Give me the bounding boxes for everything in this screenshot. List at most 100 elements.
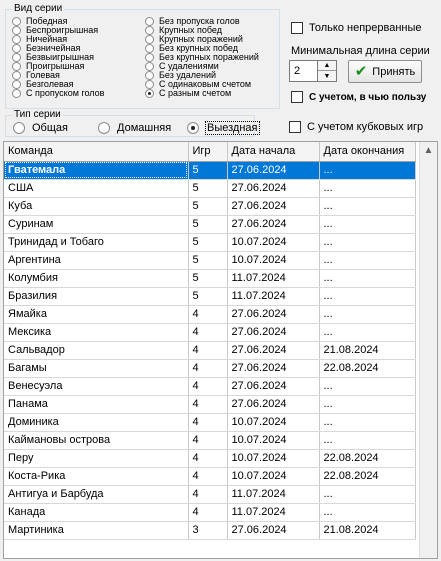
table-row[interactable]: Суринам 5 27.06.2024... [4, 215, 416, 234]
series-kind-radio[interactable] [145, 89, 154, 98]
cell-start-date: 27.06.2024 [227, 521, 320, 540]
checkmark-icon: ✔ [354, 63, 368, 80]
cell-end-date: ... [319, 431, 416, 450]
series-kind-option[interactable]: С разным счетом [145, 89, 231, 98]
series-kind-radio[interactable] [145, 80, 154, 89]
cell-start-date: 10.07.2024 [227, 467, 320, 486]
series-kind-radio[interactable] [12, 44, 21, 53]
cell-games: 4 [188, 395, 228, 414]
cell-end-date: ... [319, 251, 416, 270]
cell-team: Аргентина [4, 251, 189, 270]
series-kind-radio[interactable] [145, 44, 154, 53]
table-row[interactable]: Канада 4 11.07.2024... [4, 503, 416, 522]
continuous-only-box[interactable] [291, 22, 303, 34]
cell-start-date: 10.07.2024 [227, 233, 320, 252]
cell-start-date: 27.06.2024 [227, 377, 320, 396]
series-kind-radio[interactable] [12, 80, 21, 89]
cell-games: 4 [188, 467, 228, 486]
cell-end-date: ... [319, 413, 416, 432]
scroll-up-icon[interactable]: ▲ [420, 142, 437, 159]
cell-games: 5 [188, 215, 228, 234]
series-kind-option[interactable]: С пропуском голов [12, 89, 104, 98]
series-type-general-label: Общая [32, 122, 68, 134]
column-header-start-date[interactable]: Дата начала [227, 142, 320, 162]
spin-down-icon[interactable]: ▼ [318, 71, 336, 81]
series-kind-radio[interactable] [145, 53, 154, 62]
vertical-scrollbar[interactable]: ▲ [419, 142, 437, 558]
min-length-label-text: Минимальная длина серии [291, 45, 430, 57]
cell-games: 4 [188, 503, 228, 522]
cell-team: Антигуа и Барбуда [4, 485, 189, 504]
min-length-spinner[interactable]: ▲ ▼ [317, 61, 336, 81]
series-type-home[interactable]: Домашняя [98, 122, 171, 134]
cell-team: Тринидад и Тобаго [4, 233, 189, 252]
series-kind-radio[interactable] [12, 71, 21, 80]
table-row[interactable]: Венесуэла 4 27.06.2024... [4, 377, 416, 396]
table-row[interactable]: Мексика 4 27.06.2024... [4, 323, 416, 342]
cell-start-date: 27.06.2024 [227, 359, 320, 378]
series-type-general[interactable]: Общая [13, 122, 68, 134]
cell-end-date: ... [319, 485, 416, 504]
table-row[interactable]: Аргентина 5 10.07.2024... [4, 251, 416, 270]
series-table[interactable]: Команда Игр Дата начала Дата окончания Г… [3, 141, 438, 559]
cell-team: Мартиника [4, 521, 189, 540]
advantage-box[interactable] [291, 91, 303, 103]
column-header-team[interactable]: Команда [4, 142, 189, 162]
table-row[interactable]: Доминика 4 10.07.2024... [4, 413, 416, 432]
table-row[interactable]: Ямайка 4 27.06.2024... [4, 305, 416, 324]
series-kind-radio[interactable] [12, 62, 21, 71]
table-row[interactable]: Каймановы острова 4 10.07.2024... [4, 431, 416, 450]
series-type-away-label: Выездная [205, 121, 260, 135]
cup-games-box[interactable] [289, 121, 301, 133]
table-row[interactable]: Колумбия 5 11.07.2024... [4, 269, 416, 288]
cell-end-date: ... [319, 197, 416, 216]
series-kind-radio[interactable] [145, 35, 154, 44]
table-row[interactable]: Куба 5 27.06.2024... [4, 197, 416, 216]
table-row[interactable]: Багамы 4 27.06.2024 22.08.2024 [4, 359, 416, 378]
spin-up-icon[interactable]: ▲ [318, 61, 336, 71]
cell-team: Каймановы острова [4, 431, 189, 450]
accept-button[interactable]: ✔ Принять [348, 60, 422, 83]
cell-start-date: 27.06.2024 [227, 215, 320, 234]
cup-games-label: С учетом кубковых игр [307, 121, 424, 133]
series-type-away[interactable]: Выездная [187, 121, 260, 135]
cell-end-date: ... [319, 161, 416, 180]
series-kind-radio[interactable] [12, 89, 21, 98]
table-row[interactable]: Антигуа и Барбуда 4 11.07.2024... [4, 485, 416, 504]
cup-games-checkbox[interactable]: С учетом кубковых игр [289, 121, 423, 133]
column-header-end-date[interactable]: Дата окончания [319, 142, 416, 162]
table-row[interactable]: Сальвадор 4 27.06.2024 21.08.2024 [4, 341, 416, 360]
cell-games: 5 [188, 251, 228, 270]
series-kind-radio[interactable] [12, 35, 21, 44]
table-row[interactable]: Тринидад и Тобаго 5 10.07.2024... [4, 233, 416, 252]
table-row[interactable]: Панама 4 27.06.2024... [4, 395, 416, 414]
cell-end-date: ... [319, 323, 416, 342]
cell-games: 5 [188, 197, 228, 216]
table-row[interactable]: Гватемала 5 27.06.2024... [4, 161, 416, 180]
table-row[interactable]: Бразилия 5 11.07.2024... [4, 287, 416, 306]
series-kind-radio[interactable] [12, 26, 21, 35]
continuous-only-checkbox[interactable]: Только непрерванные [291, 22, 422, 34]
cell-games: 5 [188, 233, 228, 252]
cell-end-date: ... [319, 377, 416, 396]
table-row[interactable]: США 5 27.06.2024... [4, 179, 416, 198]
cell-team: Панама [4, 395, 189, 414]
series-kind-radio[interactable] [12, 17, 21, 26]
cell-team: Колумбия [4, 269, 189, 288]
table-row[interactable]: Мартиника 3 27.06.2024 21.08.2024 [4, 521, 416, 540]
series-type-home-radio[interactable] [98, 122, 110, 134]
series-kind-radio[interactable] [145, 26, 154, 35]
table-row[interactable]: Коста-Рика 4 10.07.2024 22.08.2024 [4, 467, 416, 486]
series-kind-radio[interactable] [145, 71, 154, 80]
series-type-home-label: Домашняя [117, 122, 172, 134]
series-kind-radio[interactable] [145, 17, 154, 26]
table-row[interactable]: Перу 4 10.07.2024 22.08.2024 [4, 449, 416, 468]
cell-games: 4 [188, 413, 228, 432]
series-kind-radio[interactable] [12, 53, 21, 62]
series-kind-radio[interactable] [145, 62, 154, 71]
series-type-general-radio[interactable] [13, 122, 25, 134]
advantage-checkbox[interactable]: С учетом, в чью пользу [291, 91, 426, 103]
column-header-games[interactable]: Игр [188, 142, 228, 162]
cell-start-date: 27.06.2024 [227, 197, 320, 216]
series-type-away-radio[interactable] [187, 122, 199, 134]
